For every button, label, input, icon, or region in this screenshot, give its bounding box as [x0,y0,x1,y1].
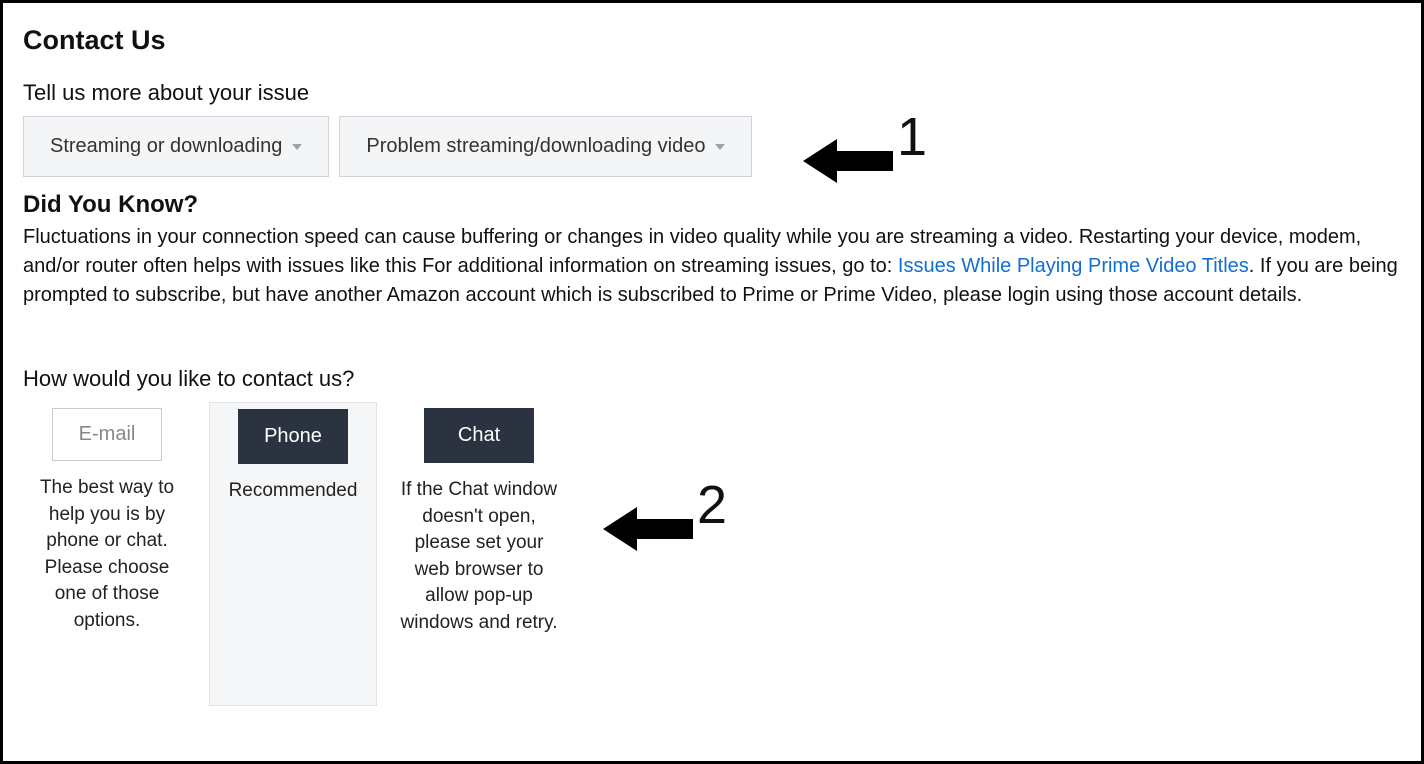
page-title: Contact Us [23,25,1401,56]
arrow-left-icon [803,133,893,189]
chat-button[interactable]: Chat [424,408,534,463]
issue-detail-dropdown[interactable]: Problem streaming/downloading video [339,116,752,177]
contact-option-email: E-mail The best way to help you is by ph… [23,402,191,635]
contact-option-chat: Chat If the Chat window doesn't open, pl… [395,402,563,637]
page-frame: Contact Us Tell us more about your issue… [0,0,1424,764]
issue-category-label: Streaming or downloading [50,135,282,158]
did-you-know-text: Fluctuations in your connection speed ca… [23,223,1401,310]
email-button[interactable]: E-mail [52,408,162,461]
annotation-arrow-1: 1 [803,133,927,189]
issue-detail-label: Problem streaming/downloading video [366,135,705,158]
issue-dropdown-row: Streaming or downloading Problem streami… [23,116,1401,177]
arrow-left-icon [603,501,693,557]
chat-description: If the Chat window doesn't open, please … [395,477,563,637]
phone-button[interactable]: Phone [238,409,348,464]
chevron-down-icon [715,144,725,150]
contact-option-phone: Phone Recommended [209,402,377,706]
email-description: The best way to help you is by phone or … [23,475,191,635]
issue-category-dropdown[interactable]: Streaming or downloading [23,116,329,177]
phone-description: Recommended [210,478,376,505]
issues-help-link[interactable]: Issues While Playing Prime Video Titles [898,255,1249,277]
annotation-number-1: 1 [897,110,927,164]
issue-prompt: Tell us more about your issue [23,80,1401,106]
annotation-arrow-2: 2 [603,501,727,557]
contact-prompt: How would you like to contact us? [23,366,1401,392]
annotation-number-2: 2 [697,478,727,532]
chevron-down-icon [292,144,302,150]
did-you-know-title: Did You Know? [23,191,1401,219]
